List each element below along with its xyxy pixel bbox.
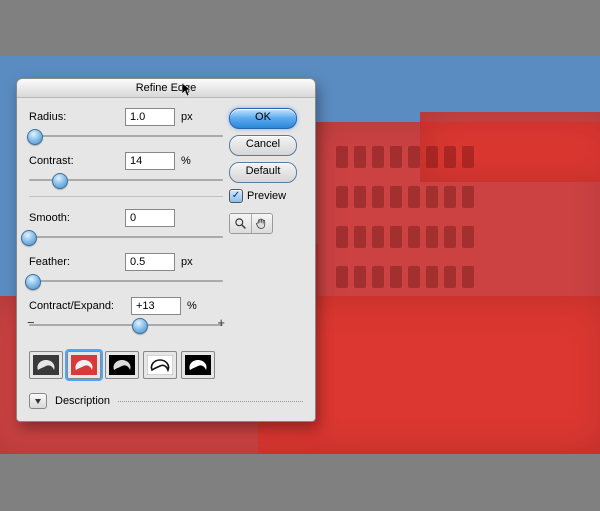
- radius-control: Radius: px: [29, 108, 223, 142]
- contract-expand-input[interactable]: [131, 297, 181, 315]
- preview-label: Preview: [247, 190, 286, 202]
- view-tool-group: [229, 213, 273, 234]
- zoom-tool-button[interactable]: [230, 214, 251, 233]
- feather-slider[interactable]: [29, 275, 223, 287]
- cancel-button[interactable]: Cancel: [229, 135, 297, 156]
- contract-expand-slider[interactable]: − +: [29, 319, 223, 331]
- dialog-titlebar[interactable]: Refine Edge: [17, 79, 315, 98]
- feather-input[interactable]: [125, 253, 175, 271]
- radius-unit: px: [181, 111, 197, 123]
- radius-slider[interactable]: [29, 130, 223, 142]
- hand-icon: [255, 217, 268, 230]
- hand-tool-button[interactable]: [251, 214, 273, 233]
- smooth-input[interactable]: [125, 209, 175, 227]
- radius-input[interactable]: [125, 108, 175, 126]
- contrast-control: Contrast: %: [29, 152, 223, 186]
- feather-control: Feather: px: [29, 253, 223, 287]
- preview-checkbox-row[interactable]: ✓ Preview: [229, 189, 303, 203]
- description-label: Description: [55, 395, 110, 407]
- default-button[interactable]: Default: [229, 162, 297, 183]
- preview-mode-swatches: [29, 351, 303, 379]
- preview-mode-on-white[interactable]: [143, 351, 177, 379]
- contract-expand-unit: %: [187, 300, 203, 312]
- contract-expand-control: Contract/Expand: % − +: [29, 297, 223, 331]
- description-toggle-button[interactable]: [29, 393, 47, 409]
- triangle-down-icon: [34, 397, 42, 405]
- magnifier-icon: [234, 217, 247, 230]
- minus-icon: −: [27, 315, 35, 330]
- description-row: Description: [29, 393, 303, 409]
- contract-expand-label: Contract/Expand:: [29, 300, 125, 312]
- contrast-unit: %: [181, 155, 197, 167]
- radius-label: Radius:: [29, 111, 119, 123]
- contrast-input[interactable]: [125, 152, 175, 170]
- preview-mode-on-black[interactable]: [105, 351, 139, 379]
- preview-mode-standard[interactable]: [29, 351, 63, 379]
- app-stage: Refine Edge Radius: px: [0, 0, 600, 511]
- mouse-cursor-icon: [182, 83, 192, 97]
- feather-unit: px: [181, 256, 197, 268]
- feather-label: Feather:: [29, 256, 119, 268]
- smooth-control: Smooth:: [29, 209, 223, 243]
- contrast-slider[interactable]: [29, 174, 223, 186]
- separator-dotted: [118, 401, 303, 402]
- smooth-slider[interactable]: [29, 231, 223, 243]
- plus-icon: +: [217, 315, 225, 330]
- separator: [29, 196, 223, 197]
- contrast-label: Contrast:: [29, 155, 119, 167]
- refine-edge-dialog: Refine Edge Radius: px: [16, 78, 316, 422]
- ok-button[interactable]: OK: [229, 108, 297, 129]
- preview-mode-mask[interactable]: [181, 351, 215, 379]
- smooth-label: Smooth:: [29, 212, 119, 224]
- preview-checkbox[interactable]: ✓: [229, 189, 243, 203]
- preview-mode-overlay[interactable]: [67, 351, 101, 379]
